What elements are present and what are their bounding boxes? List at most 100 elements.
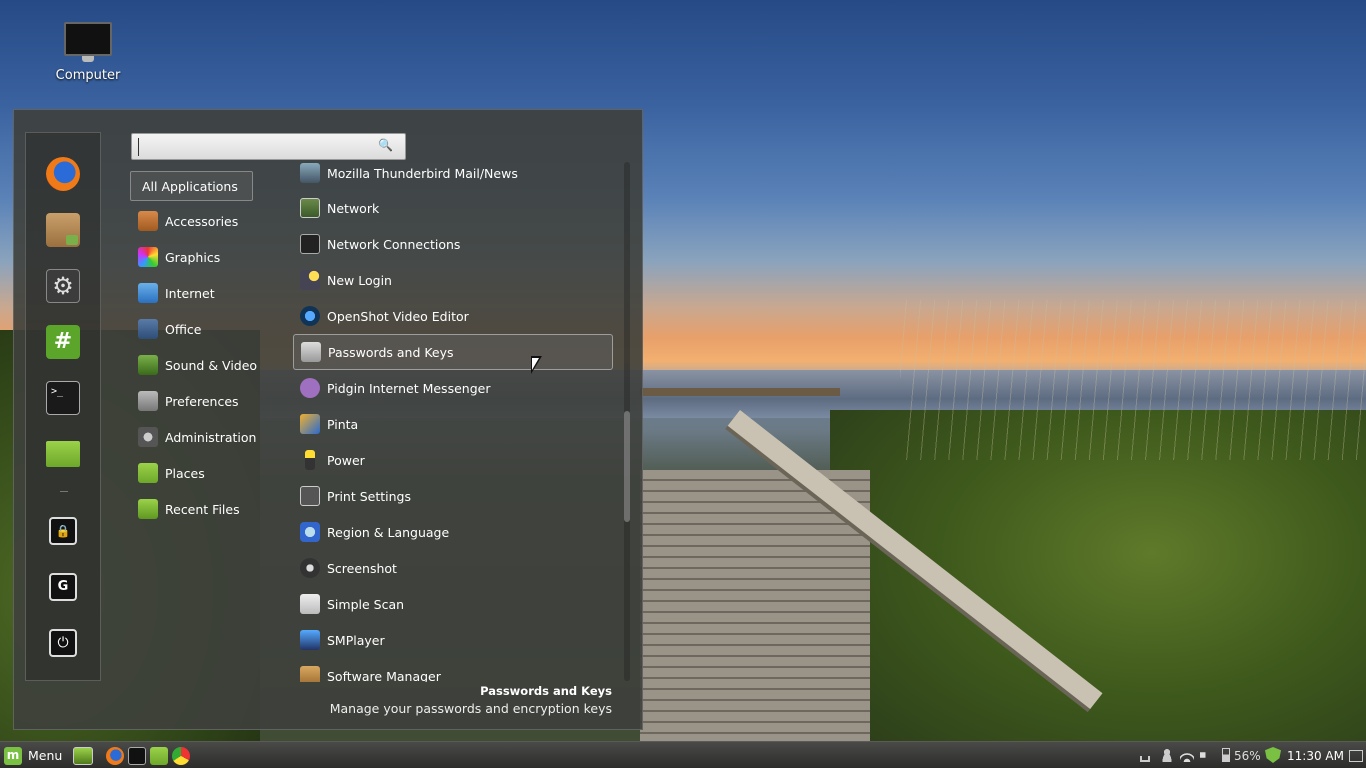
chrome-icon[interactable] [172, 747, 190, 765]
app-region-language[interactable]: Region & Language [293, 515, 613, 549]
app-description-title: Passwords and Keys [480, 684, 612, 698]
app-label: Pinta [327, 416, 359, 432]
software-manager-icon[interactable] [46, 213, 80, 247]
smplayer-icon [300, 630, 320, 650]
favorites-separator [60, 491, 68, 492]
app-software-manager[interactable]: Software Manager [293, 659, 613, 682]
show-desktop-applet-icon[interactable] [1349, 750, 1363, 762]
app-simple-scan[interactable]: Simple Scan [293, 587, 613, 621]
update-manager-shield-icon[interactable] [1265, 747, 1281, 763]
category-accessories[interactable]: Accessories [130, 203, 280, 239]
files-icon[interactable] [150, 747, 168, 765]
category-graphics[interactable]: Graphics [130, 239, 280, 275]
places-folder-icon [138, 463, 158, 483]
app-label: Mozilla Thunderbird Mail/News [327, 165, 518, 181]
menu-button-label: Menu [28, 748, 63, 763]
menu-button[interactable]: Menu [4, 745, 62, 766]
wallpaper-reeds [900, 300, 1366, 460]
app-network[interactable]: Network [293, 191, 613, 225]
search-box[interactable]: 🔍 [131, 133, 406, 160]
network-connections-icon [300, 234, 320, 254]
network-icon [300, 198, 320, 218]
office-icon [138, 319, 158, 339]
wifi-icon[interactable] [1180, 748, 1194, 762]
category-list: All Applications Accessories Graphics In… [130, 171, 280, 527]
app-label: Print Settings [327, 488, 411, 504]
app-label: New Login [327, 272, 392, 288]
computer-icon [64, 22, 112, 62]
terminal-icon[interactable] [128, 747, 146, 765]
battery-percentage[interactable]: 56% [1234, 746, 1261, 766]
firefox-icon[interactable] [46, 157, 80, 191]
graphics-icon [138, 247, 158, 267]
passwords-keys-icon [301, 342, 321, 362]
wallpaper-far-railing [640, 388, 840, 396]
wallpaper-vegetation-right [830, 410, 1366, 768]
app-label: Passwords and Keys [328, 344, 454, 360]
category-sound-video[interactable]: Sound & Video [130, 347, 280, 383]
desktop-icon-computer[interactable]: Computer [52, 22, 124, 83]
app-label: Region & Language [327, 524, 450, 540]
files-icon[interactable] [46, 441, 80, 467]
category-label: Administration [165, 429, 257, 445]
category-preferences[interactable]: Preferences [130, 383, 280, 419]
wallpaper-boardwalk [640, 470, 870, 768]
lock-screen-icon[interactable] [49, 517, 77, 545]
user-icon[interactable] [1160, 748, 1174, 762]
recent-files-folder-icon [138, 499, 158, 519]
app-openshot[interactable]: OpenShot Video Editor [293, 299, 613, 333]
application-list: Mozilla Thunderbird Mail/News Network Ne… [293, 162, 615, 682]
shutdown-icon[interactable] [49, 629, 77, 657]
simple-scan-icon [300, 594, 320, 614]
app-new-login[interactable]: New Login [293, 263, 613, 297]
firefox-icon[interactable] [106, 747, 124, 765]
app-network-connections[interactable]: Network Connections [293, 227, 613, 261]
volume-icon[interactable] [1200, 748, 1212, 762]
clock[interactable]: 11:30 AM [1287, 746, 1344, 766]
category-internet[interactable]: Internet [130, 275, 280, 311]
category-administration[interactable]: Administration [130, 419, 280, 455]
application-list-scrollbar[interactable] [624, 162, 630, 681]
scrollbar-thumb[interactable] [624, 411, 630, 522]
app-screenshot[interactable]: Screenshot [293, 551, 613, 585]
search-icon: 🔍 [378, 138, 393, 152]
search-input[interactable] [138, 138, 368, 156]
mouse-cursor-icon [531, 356, 542, 374]
category-label: Internet [165, 285, 215, 301]
app-smplayer[interactable]: SMPlayer [293, 623, 613, 657]
system-settings-icon[interactable] [46, 269, 80, 303]
app-passwords-and-keys[interactable]: Passwords and Keys [293, 334, 613, 370]
new-login-icon [300, 270, 320, 290]
app-label: Network [327, 200, 380, 216]
category-label: Graphics [165, 249, 221, 265]
app-description-text: Manage your passwords and encryption key… [329, 701, 612, 716]
keyboard-icon[interactable] [1140, 756, 1150, 762]
app-label: Pidgin Internet Messenger [327, 380, 491, 396]
app-pidgin[interactable]: Pidgin Internet Messenger [293, 371, 613, 405]
terminal-icon[interactable] [46, 381, 80, 415]
category-places[interactable]: Places [130, 455, 280, 491]
logout-icon[interactable] [49, 573, 77, 601]
show-desktop-icon[interactable] [73, 747, 93, 765]
battery-icon[interactable] [1222, 748, 1230, 762]
app-thunderbird[interactable]: Mozilla Thunderbird Mail/News [293, 162, 613, 190]
category-office[interactable]: Office [130, 311, 280, 347]
app-print-settings[interactable]: Print Settings [293, 479, 613, 513]
thunderbird-icon [300, 163, 320, 183]
app-pinta[interactable]: Pinta [293, 407, 613, 441]
printer-icon [300, 486, 320, 506]
pidgin-icon [300, 378, 320, 398]
category-label: Recent Files [165, 501, 240, 517]
category-label: All Applications [142, 178, 238, 194]
app-power[interactable]: Power [293, 443, 613, 477]
mint-logo-icon [4, 746, 22, 765]
category-label: Office [165, 321, 202, 337]
category-recent-files[interactable]: Recent Files [130, 491, 280, 527]
hexchat-icon[interactable] [46, 325, 80, 359]
desktop-icon-label: Computer [55, 68, 121, 83]
sound-video-icon [138, 355, 158, 375]
category-all-applications[interactable]: All Applications [130, 171, 253, 201]
app-label: Screenshot [327, 560, 397, 576]
software-manager-icon [300, 666, 320, 682]
app-label: OpenShot Video Editor [327, 308, 469, 324]
